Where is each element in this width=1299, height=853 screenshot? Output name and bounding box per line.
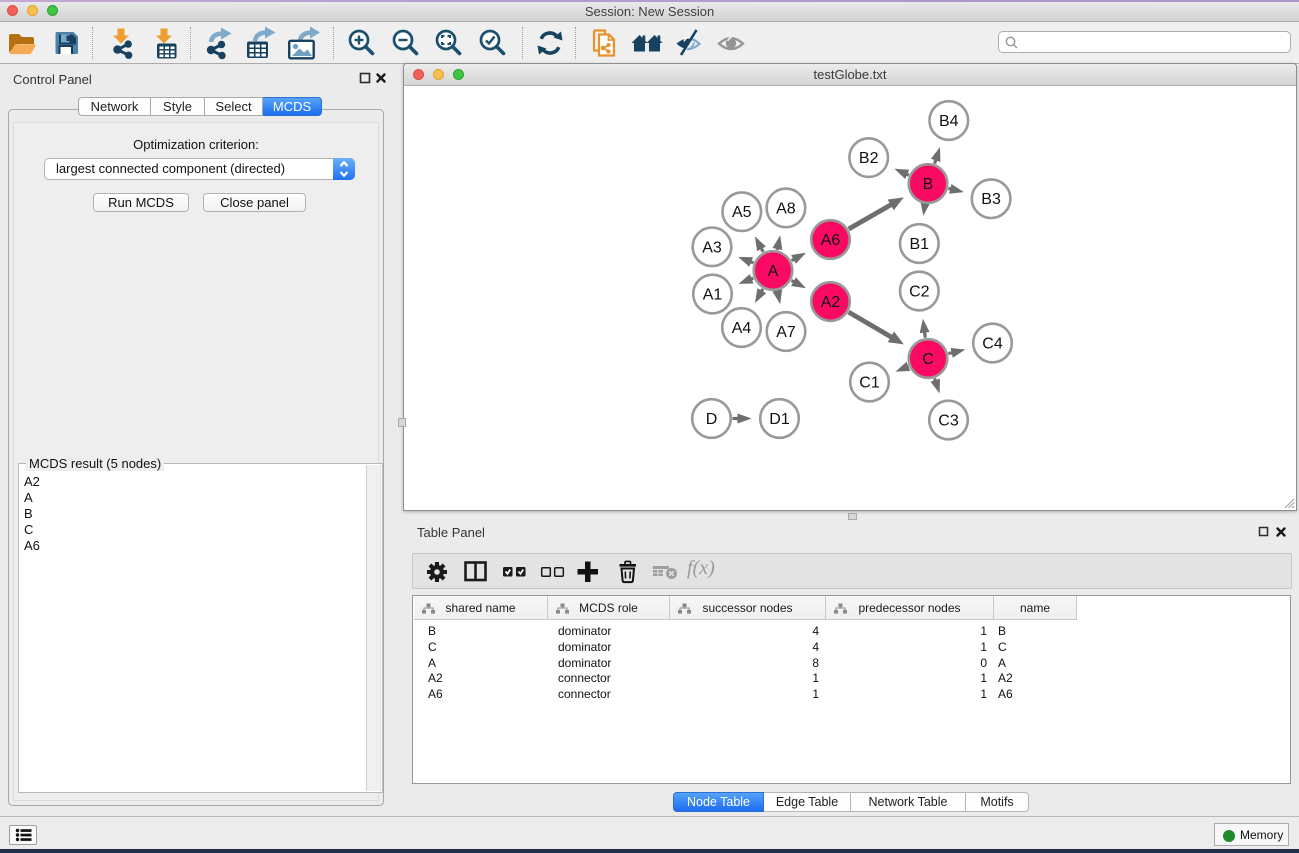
svg-text:B4: B4 [939,113,959,130]
svg-text:B3: B3 [981,191,1001,208]
svg-text:A5: A5 [732,204,752,221]
svg-text:B1: B1 [910,236,930,253]
svg-text:B2: B2 [859,150,879,167]
svg-text:D: D [706,411,718,428]
svg-text:B: B [923,176,934,193]
svg-text:C1: C1 [859,375,880,392]
svg-text:A3: A3 [702,239,722,256]
svg-text:A1: A1 [703,287,723,304]
svg-text:A8: A8 [776,200,796,217]
svg-text:A2: A2 [821,294,841,311]
svg-text:A6: A6 [821,232,841,249]
svg-text:C3: C3 [938,413,959,430]
svg-text:D1: D1 [769,411,790,428]
svg-text:C2: C2 [909,284,930,301]
svg-text:C: C [922,351,934,368]
svg-text:A: A [768,263,779,280]
svg-text:A7: A7 [776,324,796,341]
svg-text:A4: A4 [732,320,752,337]
svg-text:C4: C4 [982,336,1003,353]
